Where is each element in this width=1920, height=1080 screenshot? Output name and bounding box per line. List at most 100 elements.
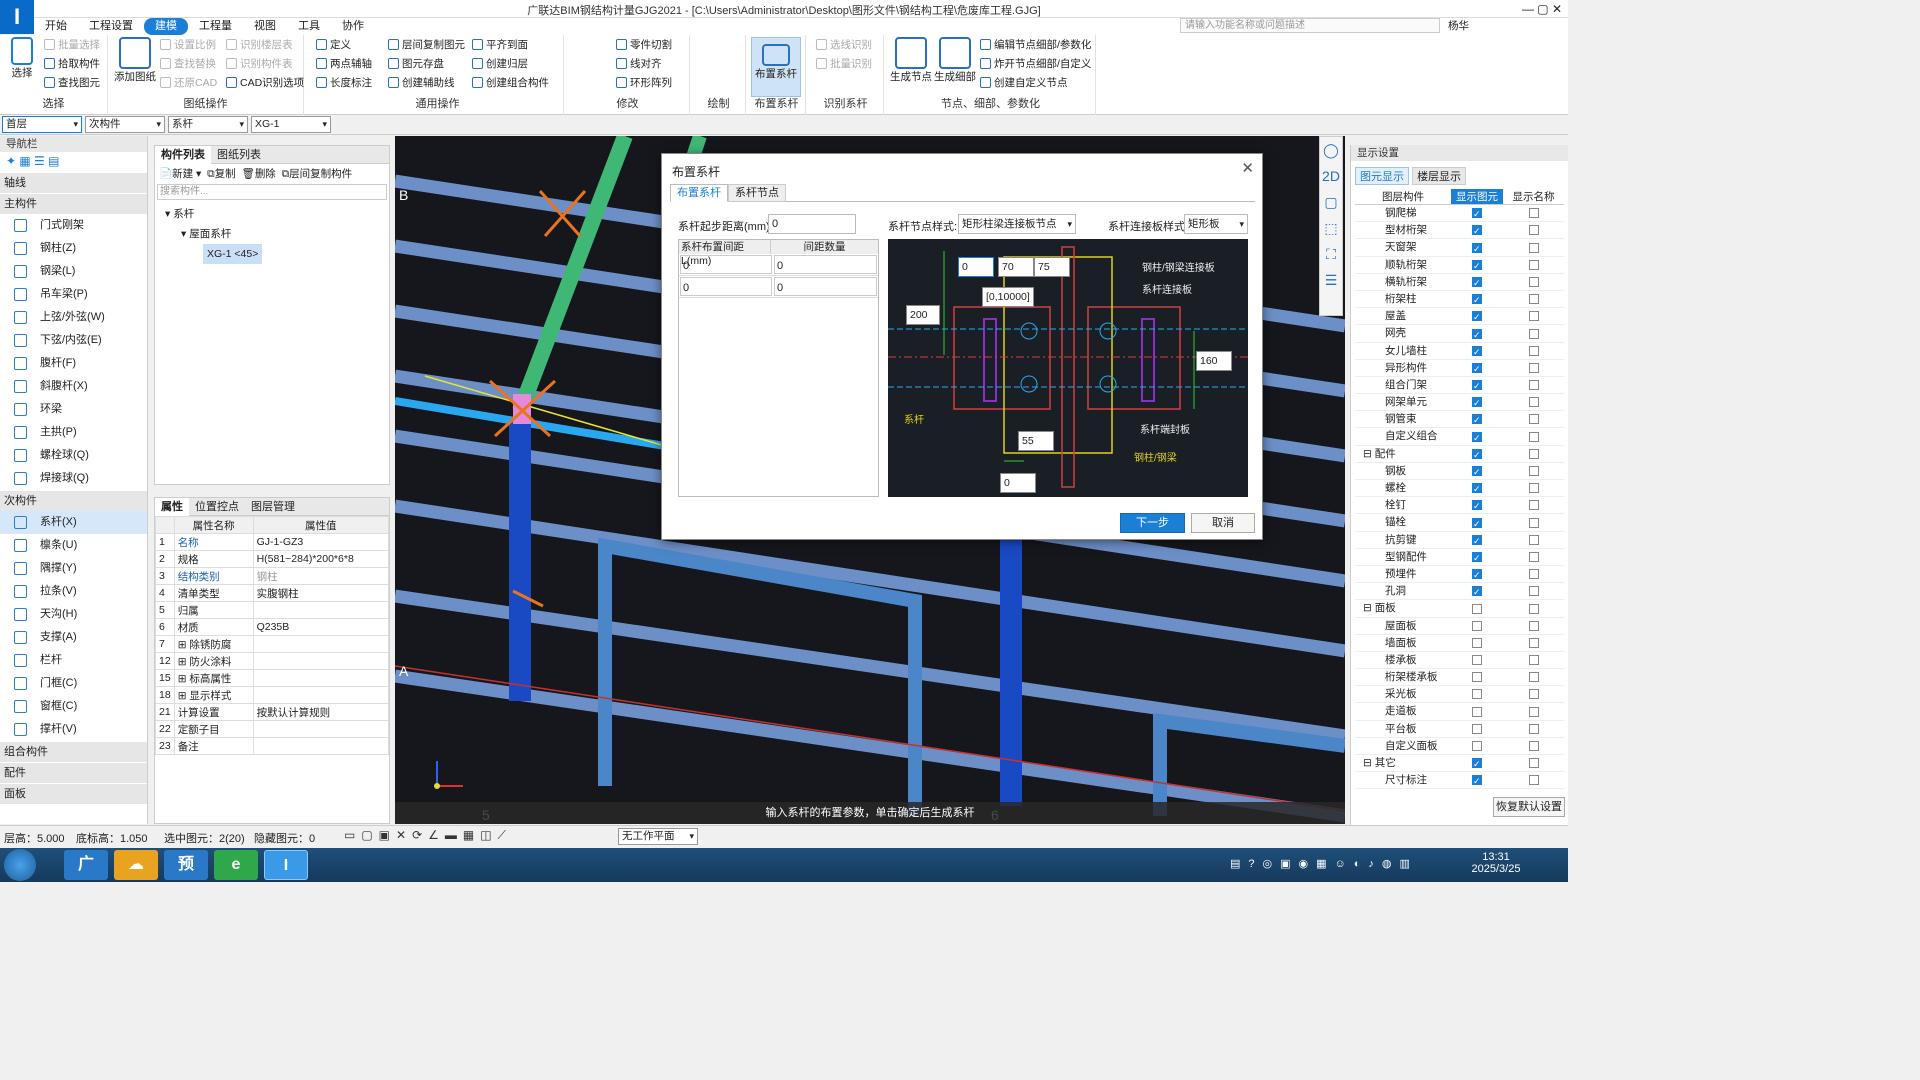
batch-identify-button[interactable]: 批量识别 [816, 56, 872, 73]
show-name-checkbox[interactable] [1528, 397, 1539, 408]
show-name-checkbox[interactable] [1528, 723, 1539, 734]
show-name-checkbox[interactable] [1528, 311, 1539, 322]
show-name-checkbox[interactable] [1528, 345, 1539, 356]
dim-input-75[interactable]: 75 [1034, 257, 1070, 277]
show-element-checkbox[interactable] [1472, 567, 1482, 584]
show-element-checkbox[interactable] [1472, 241, 1482, 258]
tree-node-xg1[interactable]: XG-1 <45> [203, 244, 263, 264]
start-distance-input[interactable]: 0 [768, 214, 856, 234]
property-row[interactable]: 2 规格 H(581~284)*200*6*8 [155, 550, 390, 568]
show-element-checkbox[interactable] [1472, 378, 1482, 395]
property-value[interactable] [252, 601, 390, 619]
main-item-1[interactable]: 钢柱(Z) [0, 237, 147, 260]
show-name-checkbox[interactable] [1528, 741, 1539, 752]
sub-item-8[interactable]: 窗框(C) [0, 695, 147, 718]
select-line-identify-button[interactable]: 选线识别 [816, 37, 872, 54]
show-name-checkbox[interactable] [1528, 534, 1539, 545]
new-button[interactable]: 📄新建 ▾ [159, 168, 201, 180]
show-name-checkbox[interactable] [1528, 276, 1539, 287]
show-element-checkbox[interactable] [1472, 464, 1482, 481]
nav-toolbar[interactable]: ✦ ▦ ☰ ▤ [0, 152, 147, 172]
snap-tools[interactable]: ▭▢▣✕⟳∠▬▦◫⟋ [344, 828, 614, 846]
element-save-button[interactable]: 图元存盘 [388, 56, 444, 73]
show-element-checkbox[interactable] [1472, 275, 1482, 292]
main-item-2[interactable]: 钢梁(L) [0, 260, 147, 283]
batch-select-button[interactable]: 批量选择 [44, 37, 100, 54]
show-name-checkbox[interactable] [1528, 620, 1539, 631]
show-name-checkbox[interactable] [1528, 655, 1539, 666]
ring-array-button[interactable]: 环形阵列 [616, 75, 672, 92]
collapse-icon[interactable]: ⊟ [1363, 757, 1375, 769]
show-name-checkbox[interactable] [1528, 225, 1539, 236]
show-element-checkbox[interactable] [1472, 637, 1482, 648]
show-element-checkbox[interactable] [1472, 361, 1482, 378]
show-name-checkbox[interactable] [1528, 569, 1539, 580]
view-tool-icons[interactable]: ◯ 2D ▢ ⬚ ⛶ ☰ [1320, 137, 1342, 293]
sub-item-7[interactable]: 门框(C) [0, 672, 147, 695]
sub-item-4[interactable]: 天沟(H) [0, 603, 147, 626]
count-input[interactable]: 0 [774, 277, 877, 296]
show-element-checkbox[interactable] [1472, 584, 1482, 601]
next-button[interactable]: 下一步 [1120, 513, 1185, 533]
tab-floor-display[interactable]: 楼层显示 [1412, 167, 1467, 185]
restore-cad-button[interactable]: 还原CAD [160, 75, 217, 92]
create-aux-line-button[interactable]: 创建辅助线 [388, 75, 455, 92]
steel-column-2[interactable] [1000, 526, 1022, 806]
help-search-input[interactable]: 请输入功能名称或问题描述 [1180, 18, 1440, 33]
property-row[interactable]: 22 定额子目 [155, 720, 390, 738]
show-element-checkbox[interactable] [1472, 309, 1482, 326]
property-value[interactable] [252, 652, 390, 670]
property-value[interactable] [252, 720, 390, 738]
show-name-checkbox[interactable] [1528, 414, 1539, 425]
delete-button[interactable]: 🗑删除 [241, 168, 275, 180]
show-name-checkbox[interactable] [1528, 328, 1539, 339]
show-element-checkbox[interactable] [1472, 533, 1482, 550]
length-dim-button[interactable]: 长度标注 [316, 75, 372, 92]
nav-section-composite[interactable]: 组合构件 [0, 742, 147, 762]
main-item-6[interactable]: 腹杆(F) [0, 352, 147, 375]
property-value[interactable]: H(581~284)*200*6*8 [252, 550, 390, 568]
show-element-checkbox[interactable] [1472, 723, 1482, 734]
select-button[interactable]: 选择 [6, 37, 38, 80]
create-custom-node-button[interactable]: 创建自定义节点 [980, 75, 1068, 92]
property-value[interactable] [252, 635, 390, 653]
menu-collab[interactable]: 协作 [331, 18, 375, 35]
main-item-9[interactable]: 主拱(P) [0, 421, 147, 444]
expand-icon[interactable]: ⊞ [178, 690, 190, 702]
property-value[interactable] [252, 686, 390, 704]
show-element-checkbox[interactable] [1472, 412, 1482, 429]
show-name-checkbox[interactable] [1528, 294, 1539, 305]
taskbar-app-gld[interactable]: 广 [64, 850, 108, 880]
line-align-button[interactable]: 线对齐 [616, 56, 662, 73]
menu-quantity[interactable]: 工程量 [188, 18, 243, 35]
dim-input-70[interactable]: 70 [998, 257, 1034, 277]
sub-item-5[interactable]: 支撑(A) [0, 626, 147, 649]
sub-item-3[interactable]: 拉条(V) [0, 580, 147, 603]
show-name-checkbox[interactable] [1528, 448, 1539, 459]
main-item-8[interactable]: 环梁 [0, 398, 147, 421]
show-element-checkbox[interactable] [1472, 327, 1482, 344]
show-name-checkbox[interactable] [1528, 637, 1539, 648]
sub-item-6[interactable]: 栏杆 [0, 649, 147, 672]
taskbar-app-gjg[interactable]: I [264, 850, 308, 880]
sub-item-2[interactable]: 隅撑(Y) [0, 557, 147, 580]
dim-input-200[interactable]: 200 [906, 305, 940, 325]
show-element-checkbox[interactable] [1472, 741, 1482, 752]
nav-section-accessory[interactable]: 配件 [0, 763, 147, 783]
layout-tie-rod-button[interactable]: 布置系杆 [751, 37, 801, 97]
property-row[interactable]: 1 名称 GJ-1-GZ3 [155, 533, 390, 551]
taskbar-app-budget[interactable]: 预 [164, 850, 208, 880]
cad-options-button[interactable]: CAD识别选项 [226, 75, 304, 92]
find-replace-button[interactable]: 查找替换 [160, 56, 216, 73]
tab-node[interactable]: 系杆节点 [728, 184, 786, 202]
restore-default-button[interactable]: 恢复默认设置 [1493, 797, 1565, 817]
spacing-input[interactable]: 0 [680, 255, 772, 274]
identify-floor-table-button[interactable]: 识别楼层表 [226, 37, 293, 54]
expand-icon[interactable]: ⊞ [178, 639, 190, 651]
floor-select[interactable]: 首层 [2, 116, 82, 133]
nav-section-main[interactable]: 主构件 [0, 194, 147, 214]
tab-layout[interactable]: 布置系杆 [670, 184, 728, 202]
property-row[interactable]: 4 清单类型 实腹钢柱 [155, 584, 390, 602]
show-element-checkbox[interactable] [1472, 689, 1482, 700]
add-drawing-button[interactable]: 添加图纸 [114, 37, 156, 84]
